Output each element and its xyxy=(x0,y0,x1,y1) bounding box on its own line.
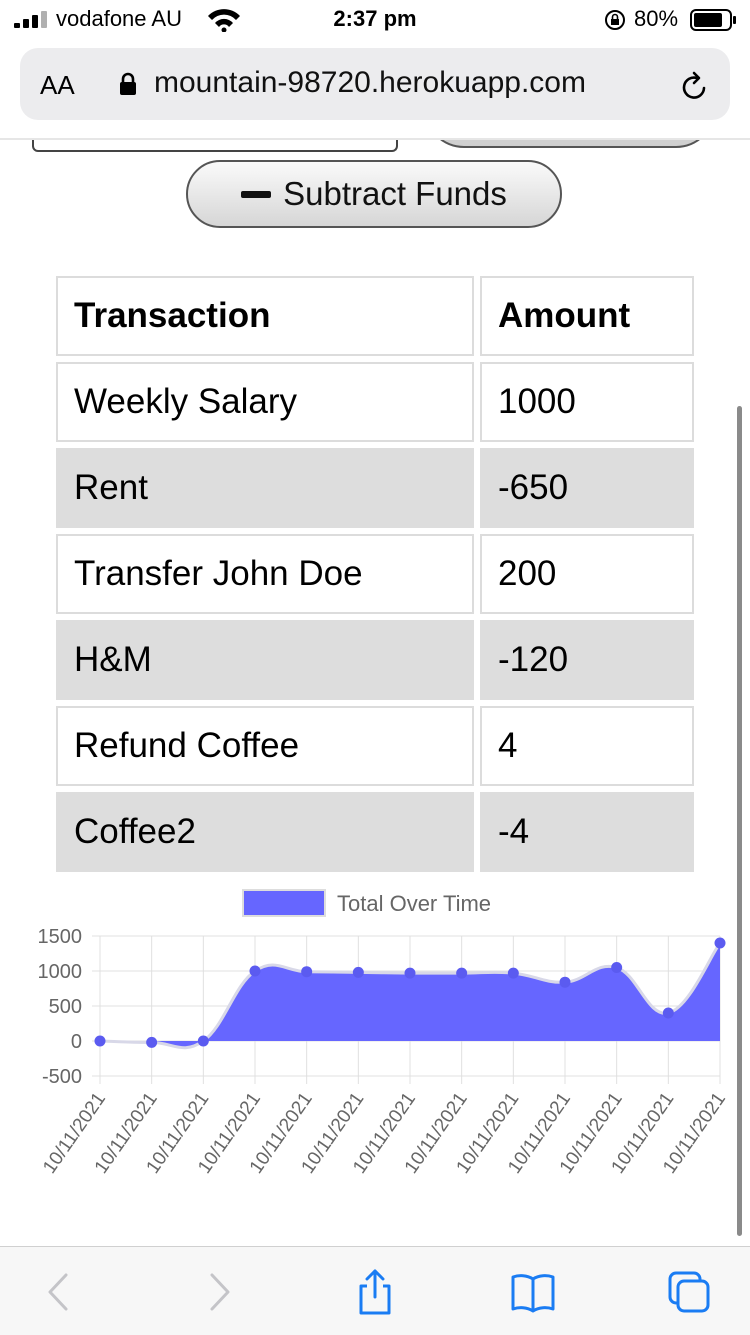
table-row: Refund Coffee 4 xyxy=(56,706,694,786)
rotation-lock-icon xyxy=(605,10,625,30)
battery-icon xyxy=(690,9,736,31)
table-row: Weekly Salary 1000 xyxy=(56,362,694,442)
transaction-amount: 1000 xyxy=(480,362,694,442)
total-over-time-chart: Total Over Time150010005000-50010/11/202… xyxy=(38,889,730,1178)
transaction-name: Coffee2 xyxy=(56,792,474,872)
transaction-amount: -4 xyxy=(480,792,694,872)
y-tick-label: 1500 xyxy=(38,926,83,948)
transaction-name: Transfer John Doe xyxy=(56,534,474,614)
legend-label: Total Over Time xyxy=(337,891,491,916)
table-row: Rent -650 xyxy=(56,448,694,528)
status-bar: vodafone AU 2:37 pm 80% xyxy=(0,0,750,44)
data-point xyxy=(146,1036,158,1048)
reload-icon[interactable] xyxy=(680,70,710,102)
transaction-name: Refund Coffee xyxy=(56,706,474,786)
data-point xyxy=(352,966,364,978)
address-bar[interactable]: AA mountain-98720.herokuapp.com xyxy=(20,48,730,120)
column-header-transaction: Transaction xyxy=(56,276,474,356)
table-row: H&M -120 xyxy=(56,620,694,700)
y-tick-label: -500 xyxy=(42,1066,82,1088)
data-point xyxy=(456,967,468,979)
subtract-funds-label: Subtract Funds xyxy=(283,175,507,212)
data-point xyxy=(404,967,416,979)
data-point xyxy=(559,976,571,988)
padlock-icon xyxy=(120,72,136,95)
data-point xyxy=(197,1035,209,1047)
transaction-amount: 4 xyxy=(480,706,694,786)
data-point xyxy=(507,967,519,979)
tabs-icon[interactable] xyxy=(666,1269,712,1315)
battery-percent: 80% xyxy=(634,6,679,31)
share-icon[interactable] xyxy=(352,1269,398,1315)
legend-swatch xyxy=(242,889,326,917)
subtract-funds-button[interactable]: Subtract Funds xyxy=(186,160,562,228)
table-row: Coffee2 -4 xyxy=(56,792,694,872)
url-text[interactable]: mountain-98720.herokuapp.com xyxy=(154,66,586,100)
transaction-name: Weekly Salary xyxy=(56,362,474,442)
table-row: Transfer John Doe 200 xyxy=(56,534,694,614)
transaction-amount: -650 xyxy=(480,448,694,528)
data-point xyxy=(611,962,623,973)
y-tick-label: 500 xyxy=(49,996,82,1018)
transaction-amount: -120 xyxy=(480,620,694,700)
column-header-amount: Amount xyxy=(480,276,694,356)
table-header-row: Transaction Amount xyxy=(56,276,694,356)
data-point xyxy=(94,1035,106,1047)
data-point xyxy=(714,937,726,949)
transactions-table: Transaction Amount Weekly Salary 1000 Re… xyxy=(56,276,696,872)
address-bar-divider xyxy=(0,138,750,140)
forward-icon[interactable] xyxy=(196,1269,242,1315)
y-tick-label: 0 xyxy=(71,1031,82,1053)
minus-icon xyxy=(241,190,272,198)
bookmarks-icon[interactable] xyxy=(510,1269,556,1315)
data-point xyxy=(301,966,313,978)
scroll-indicator[interactable] xyxy=(737,406,742,1236)
transaction-name: Rent xyxy=(56,448,474,528)
back-icon[interactable] xyxy=(36,1269,82,1315)
browser-toolbar xyxy=(0,1246,750,1335)
data-point xyxy=(249,965,261,977)
transaction-name: H&M xyxy=(56,620,474,700)
data-point xyxy=(662,1007,674,1019)
transaction-amount: 200 xyxy=(480,534,694,614)
text-size-button[interactable]: AA xyxy=(40,70,75,101)
y-tick-label: 1000 xyxy=(38,961,83,983)
